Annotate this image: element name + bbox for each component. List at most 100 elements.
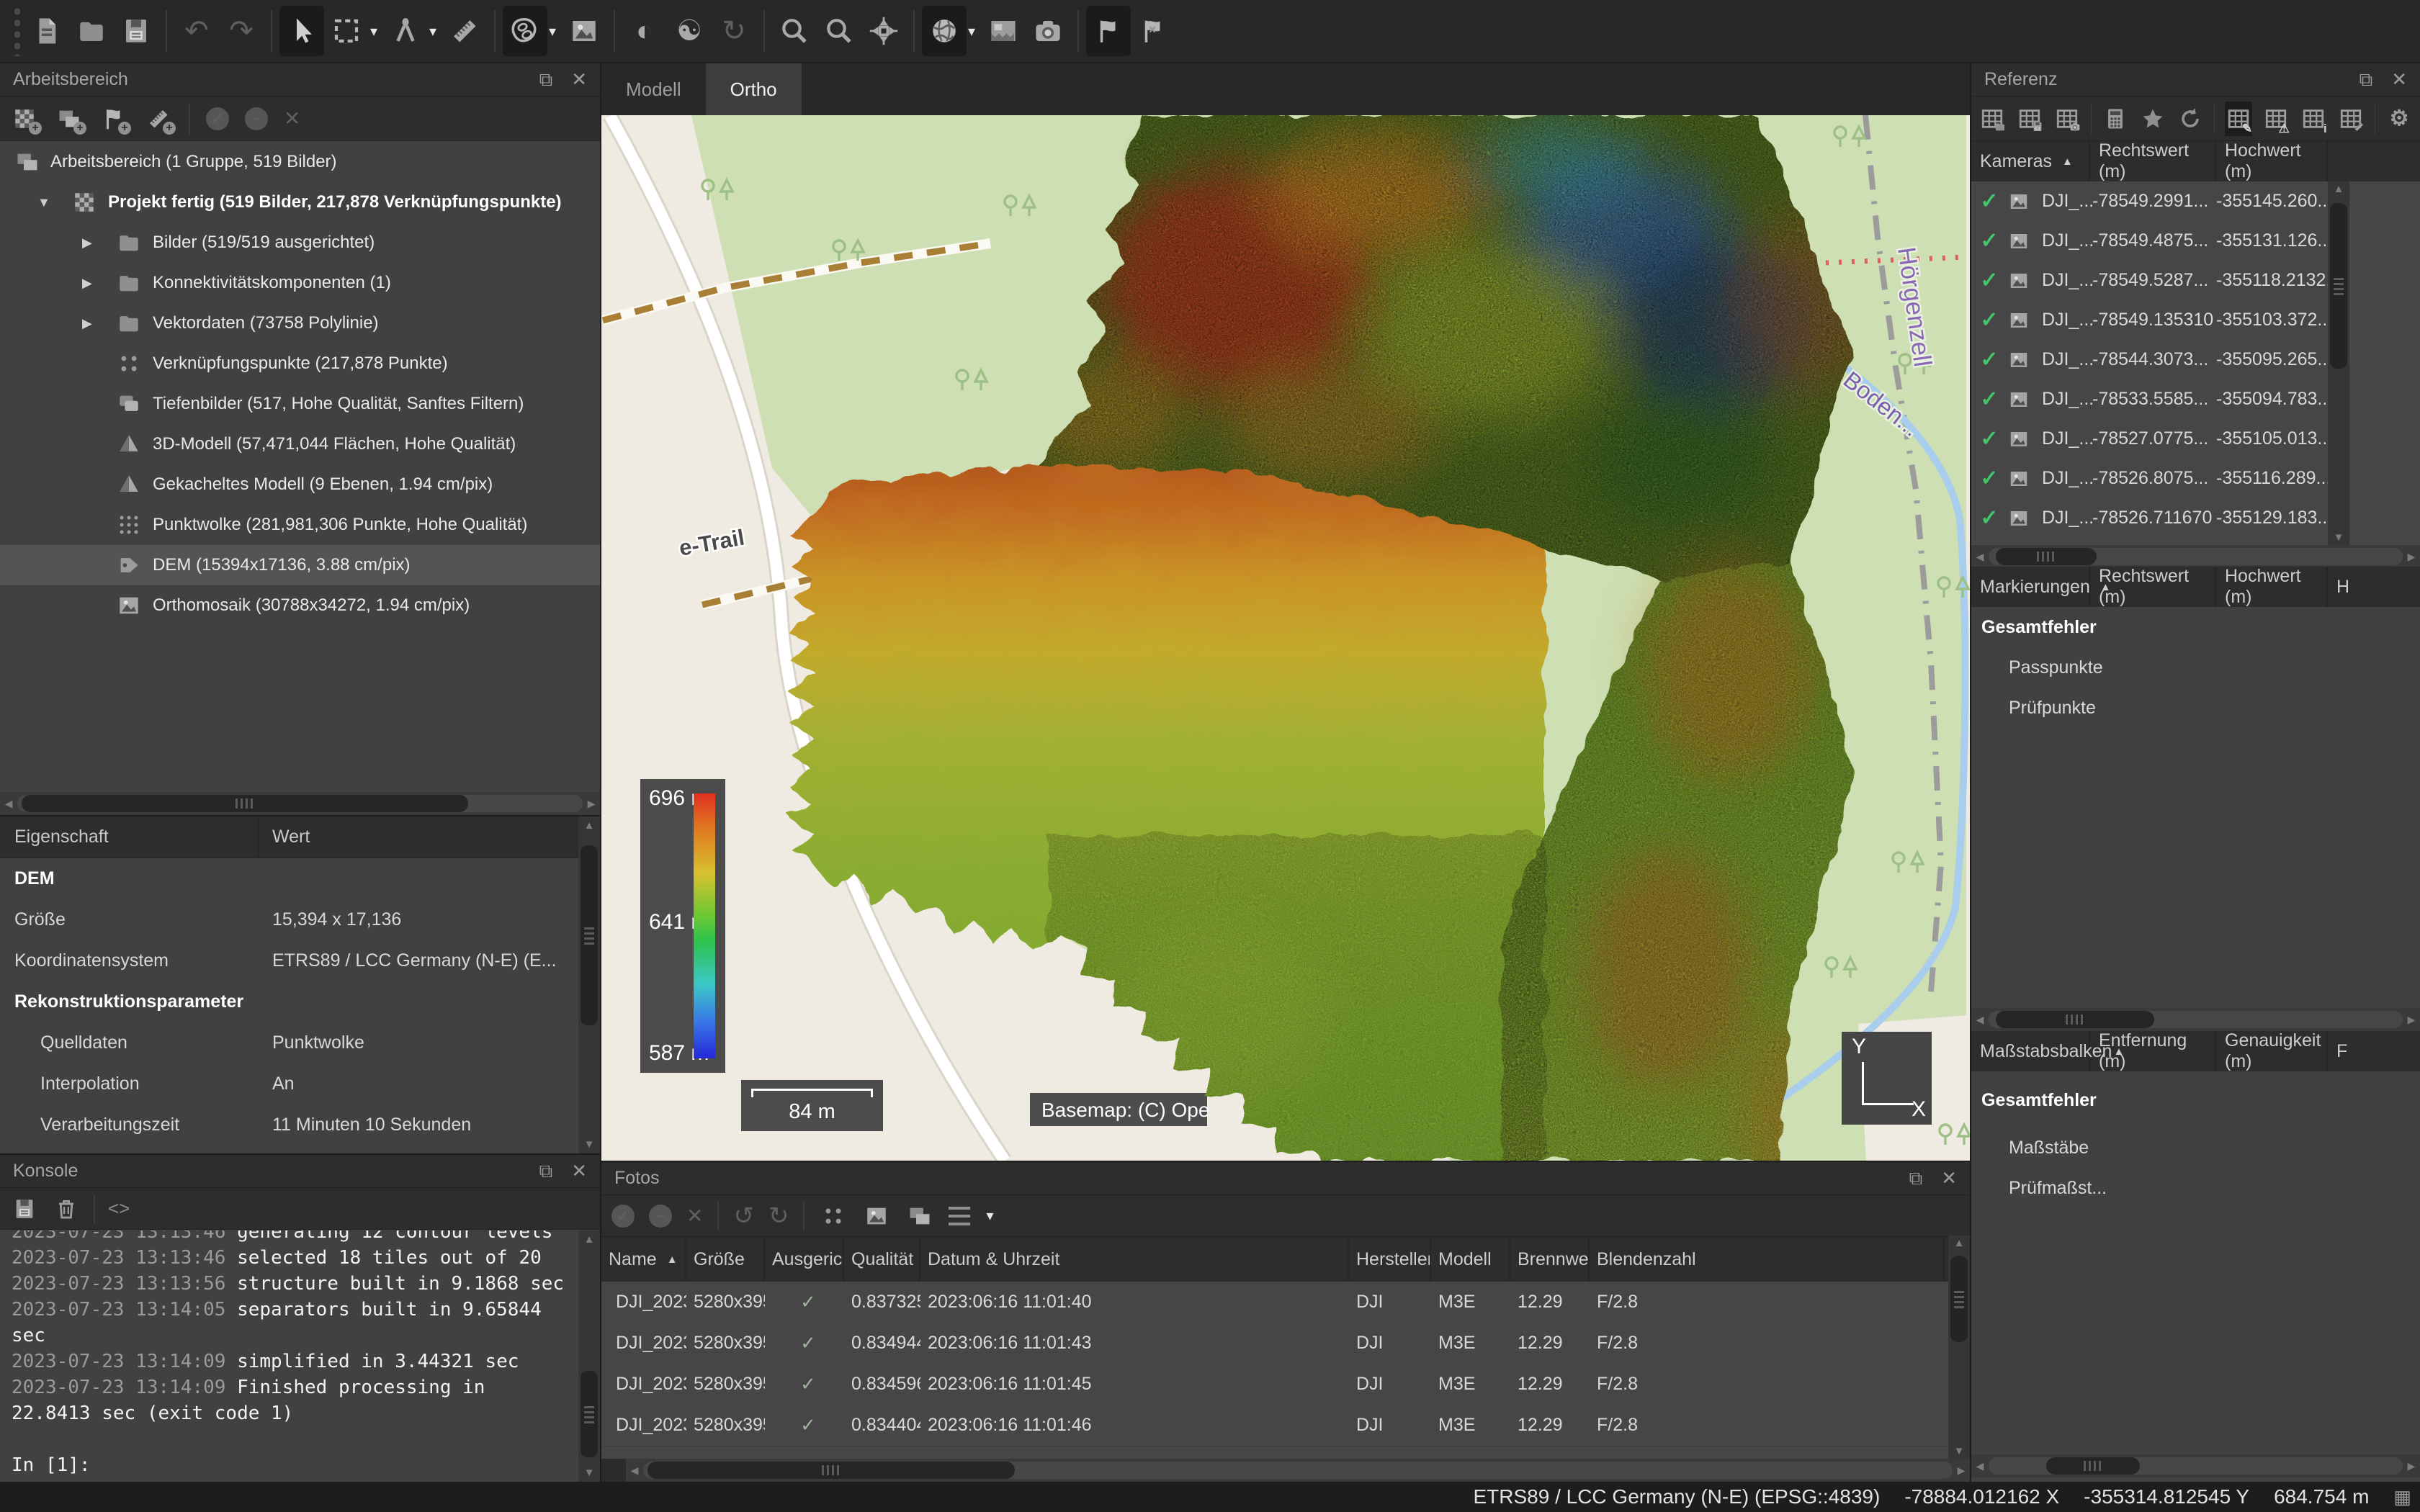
- photos-disable-button[interactable]: −: [649, 1205, 672, 1228]
- photo-row[interactable]: DJI_2023... 5280x3956✓ 0.8349442023:06:1…: [601, 1323, 1970, 1364]
- markers-col-north[interactable]: Hochwert (m): [2216, 567, 2328, 607]
- properties-vscrollbar[interactable]: ▲ ▼: [578, 816, 600, 1153]
- capture-view-button[interactable]: [1026, 6, 1070, 56]
- markers-hscrollbar[interactable]: ◀ ▶: [1971, 1008, 2420, 1031]
- tree-item-tie-points[interactable]: Verknüpfungspunkte (217,878 Punkte): [0, 343, 600, 384]
- new-document-button[interactable]: [24, 6, 69, 56]
- camera-row[interactable]: ✓DJI_...-78526.8075...-355116.289...: [1971, 459, 2420, 498]
- console-float-button[interactable]: ⧉: [539, 1160, 553, 1183]
- optimize-calculator-button[interactable]: [2102, 102, 2129, 136]
- tree-item-vector-data[interactable]: ▶ Vektordaten (73758 Polylinie): [0, 303, 600, 343]
- measure-button[interactable]: [383, 6, 428, 56]
- info-view-button[interactable]: i: [2300, 102, 2327, 136]
- rectangle-selection-button[interactable]: [324, 6, 369, 56]
- console-log[interactable]: 2023-07-23 13:13:46 generating 12 contou…: [0, 1230, 578, 1482]
- basemap-dropdown[interactable]: ▾: [968, 22, 981, 40]
- camera-row-partial[interactable]: [1971, 538, 2420, 545]
- settings-star-button[interactable]: [2139, 102, 2166, 136]
- markers-col-cut[interactable]: H: [2328, 567, 2420, 607]
- properties-header-value[interactable]: Wert: [259, 827, 310, 847]
- photos-remove-button[interactable]: ✕: [686, 1204, 703, 1228]
- measure-dropdown[interactable]: ▾: [429, 22, 442, 40]
- chevron-right-icon[interactable]: ▶: [82, 316, 92, 331]
- list-view-dropdown[interactable]: ▾: [986, 1207, 999, 1225]
- scalebars-col-accuracy[interactable]: Genauigkeit (m): [2216, 1031, 2328, 1071]
- reference-settings-button[interactable]: ⚙: [2385, 102, 2413, 136]
- dem-view-dropdown[interactable]: ▾: [549, 22, 562, 40]
- ruler-button[interactable]: [442, 6, 487, 56]
- photos-vscrollbar[interactable]: ▲ ▼: [1948, 1236, 1970, 1459]
- palette-button[interactable]: ☯: [667, 6, 712, 56]
- markers-col-east[interactable]: Rechtswert (m): [2090, 567, 2216, 607]
- tree-item-workspace-root[interactable]: Arbeitsbereich (1 Gruppe, 519 Bilder): [0, 142, 600, 182]
- tree-item-model[interactable]: 3D-Modell (57,471,044 Flächen, Hohe Qual…: [0, 424, 600, 464]
- ortho-map-view[interactable]: e-Trail Hörgenzell Boden... Basemap: (C)…: [601, 115, 1970, 1161]
- photo-row[interactable]: DJI_2023... 5280x3956✓ 0.8344042023:06:1…: [601, 1405, 1970, 1446]
- camera-row[interactable]: ✓DJI_...-78526.711670-355129.183...: [1971, 498, 2420, 538]
- chevron-right-icon[interactable]: ▶: [82, 235, 92, 251]
- add-chunk-button[interactable]: +: [10, 104, 39, 133]
- cameras-col-east[interactable]: Rechtswert (m): [2090, 141, 2216, 181]
- tree-item-images[interactable]: ▶ Bilder (519/519 ausgerichtet): [0, 222, 600, 263]
- markers-col-name[interactable]: Markierungen▲: [1971, 567, 2090, 607]
- import-reference-button[interactable]: [1978, 102, 2006, 136]
- cameras-vscrollbar[interactable]: ▲ ▼: [2328, 181, 2349, 545]
- photos-enable-button[interactable]: ✓: [611, 1205, 635, 1228]
- photos-col-fstop[interactable]: Blendenzahl: [1590, 1237, 1945, 1282]
- camera-row[interactable]: ✓DJI_...-78549.5287...-355118.2132...: [1971, 261, 2420, 300]
- zoom-out-button[interactable]: −: [817, 6, 861, 56]
- camera-row[interactable]: ✓DJI_...-78544.3073...-355095.265...: [1971, 340, 2420, 379]
- tree-item-tiled-model[interactable]: Gekacheltes Modell (9 Ebenen, 1.94 cm/pi…: [0, 464, 600, 505]
- scalebars-col-distance[interactable]: Entfernung (m): [2090, 1031, 2216, 1071]
- open-button[interactable]: [69, 6, 114, 56]
- toolbar-grip[interactable]: [6, 6, 24, 56]
- workspace-float-button[interactable]: ⧉: [539, 68, 553, 91]
- camera-calibration-button[interactable]: [2053, 102, 2081, 136]
- console-code-button[interactable]: <>: [108, 1197, 130, 1220]
- console-clear-button[interactable]: [52, 1194, 81, 1223]
- rotate-right-button[interactable]: ↻: [768, 1202, 789, 1230]
- scalebars-hscrollbar[interactable]: ◀ ▶: [1971, 1454, 2420, 1477]
- orthophoto-button[interactable]: [562, 6, 606, 56]
- workspace-close-button[interactable]: ✕: [571, 68, 587, 91]
- flag-button[interactable]: [1086, 6, 1131, 56]
- camera-row[interactable]: ✓DJI_...-78549.4875...-355131.126...: [1971, 221, 2420, 261]
- export-reference-button[interactable]: [2016, 102, 2043, 136]
- photos-col-focal[interactable]: Brennweite: [1510, 1237, 1590, 1282]
- update-transform-button[interactable]: [2177, 102, 2204, 136]
- undo-button[interactable]: ↶: [174, 6, 219, 56]
- tree-item-orthomosaic[interactable]: Orthomosaik (30788x34272, 1.94 cm/pix): [0, 585, 600, 626]
- select-cursor-button[interactable]: [279, 6, 324, 56]
- photos-hscrollbar[interactable]: ◀ ▶: [626, 1459, 1970, 1482]
- tree-item-components[interactable]: ▶ Konnektivitätskomponenten (1): [0, 263, 600, 303]
- cameras-hscrollbar[interactable]: ◀ ▶: [1971, 545, 2420, 568]
- tree-item-point-cloud[interactable]: Punktwolke (281,981,306 Punkte, Hohe Qua…: [0, 505, 600, 545]
- add-scalebar-button[interactable]: +: [144, 104, 173, 133]
- photos-col-datetime[interactable]: Datum & Uhrzeit: [920, 1237, 1349, 1282]
- seamlines-button[interactable]: [981, 6, 1026, 56]
- remove-items-button[interactable]: ✕: [284, 107, 300, 130]
- reference-float-button[interactable]: ⧉: [2360, 68, 2373, 91]
- markers-check-points[interactable]: Prüfpunkte: [1971, 688, 2420, 728]
- photo-row[interactable]: DJI_2023... 5280x3956✓ 0.8345962023:06:1…: [601, 1364, 1970, 1405]
- photos-col-aligned[interactable]: Ausgerichtet: [765, 1237, 844, 1282]
- photos-col-name[interactable]: Name▲: [601, 1237, 686, 1282]
- edit-reference-button[interactable]: ✎: [2225, 102, 2252, 136]
- enable-items-button[interactable]: ✓: [206, 107, 229, 130]
- tree-item-depth-maps[interactable]: Tiefenbilder (517, Hohe Qualität, Sanfte…: [0, 384, 600, 424]
- rotate-left-button[interactable]: ↺: [733, 1202, 754, 1230]
- contrast-button[interactable]: ◐: [622, 6, 667, 56]
- camera-row[interactable]: ✓DJI_...-78549.2991...-355145.260...: [1971, 181, 2420, 221]
- photos-col-quality[interactable]: Qualität: [844, 1237, 920, 1282]
- cameras-col-name[interactable]: Kameras▲: [1971, 141, 2090, 181]
- scalebars-col-cut[interactable]: F: [2328, 1031, 2420, 1071]
- photos-col-size[interactable]: Größe: [686, 1237, 765, 1282]
- map-canvas[interactable]: e-Trail Hörgenzell Boden... Basemap: (C)…: [601, 115, 1970, 1161]
- reference-close-button[interactable]: ✕: [2391, 68, 2407, 91]
- scalebars-scalebars-row[interactable]: Maßstäbe: [1971, 1128, 2420, 1168]
- properties-header-property[interactable]: Eigenschaft: [0, 816, 259, 858]
- zoom-in-button[interactable]: +: [772, 6, 817, 56]
- photos-float-button[interactable]: ⧉: [1909, 1167, 1923, 1190]
- camera-row[interactable]: ✓DJI_...-78533.5585...-355094.783...: [1971, 379, 2420, 419]
- fit-view-button[interactable]: [861, 6, 906, 56]
